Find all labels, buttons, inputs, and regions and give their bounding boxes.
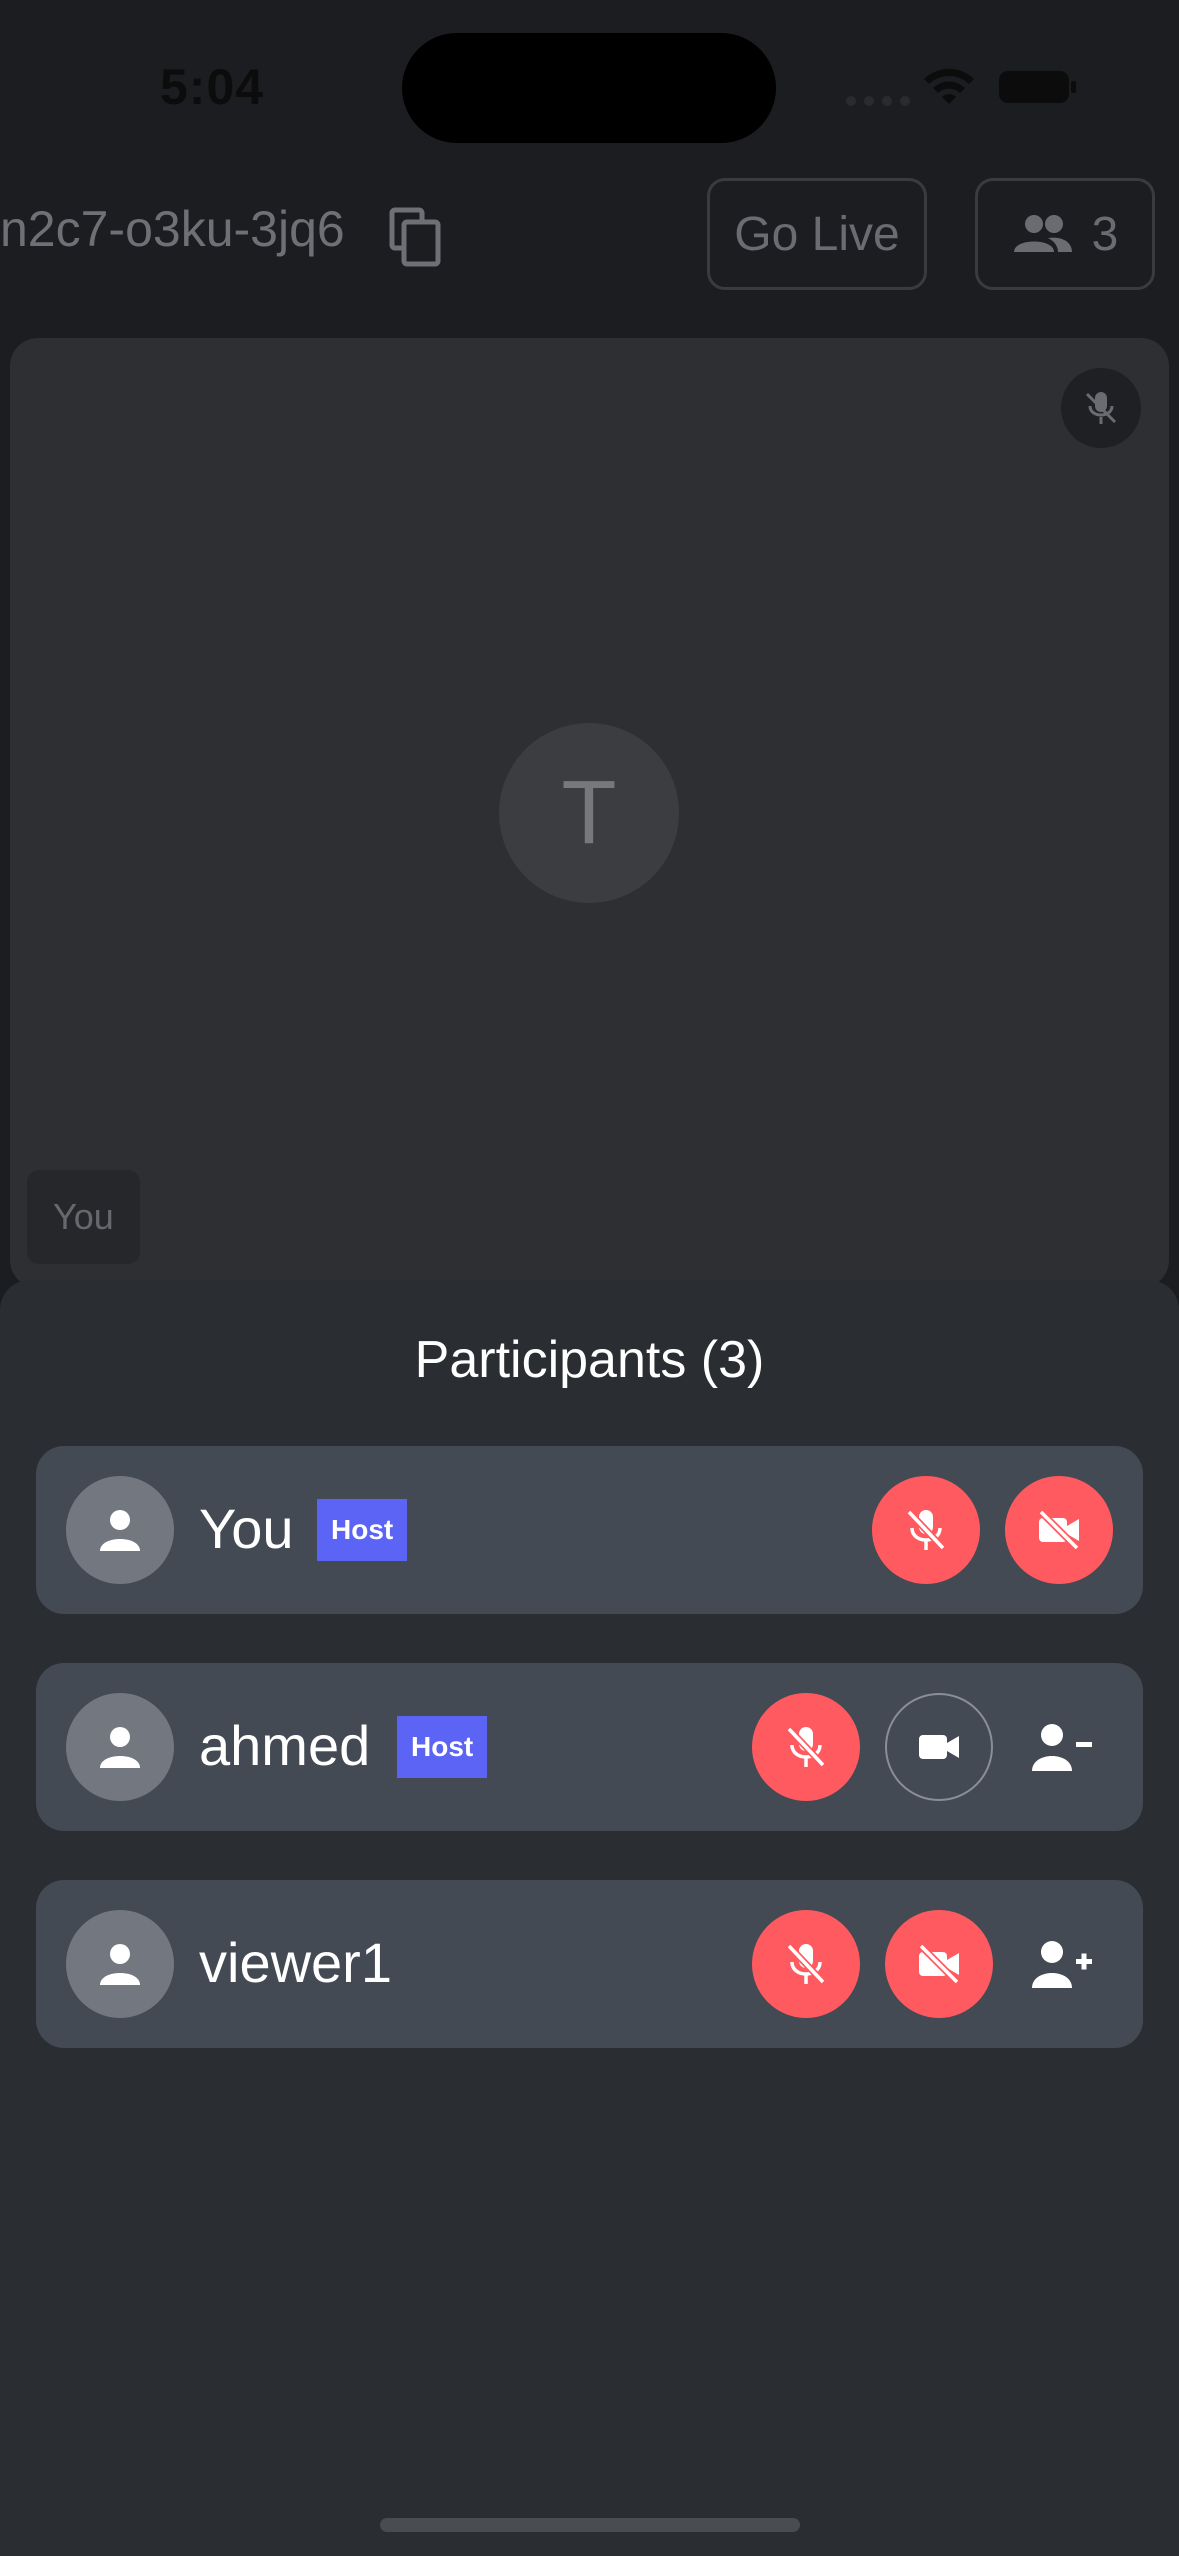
participant-name: ahmed <box>199 1714 371 1777</box>
tile-mic-status <box>1061 368 1141 448</box>
avatar <box>66 1476 174 1584</box>
participant-name: You <box>199 1497 294 1560</box>
people-icon <box>1013 215 1072 252</box>
host-badge: Host <box>397 1716 488 1778</box>
person-icon <box>100 1510 140 1551</box>
mic-off-icon <box>786 1726 826 1768</box>
participant-row: ahmed Host <box>36 1663 1143 1831</box>
mic-off-icon <box>906 1509 946 1551</box>
person-remove-icon <box>1032 1724 1092 1771</box>
participant-row: viewer1 <box>36 1880 1143 2048</box>
dynamic-island <box>402 33 776 143</box>
tile-avatar: T <box>499 723 679 903</box>
meeting-screen: 5:04 n2c7-o3ku-3jq6 Go Live 3 T You Part… <box>0 0 1179 2556</box>
copy-icon[interactable] <box>388 206 444 268</box>
participant-count: 3 <box>1091 207 1119 261</box>
camera-toggle-button[interactable] <box>885 1693 993 1801</box>
participant-name: viewer1 <box>199 1931 392 1994</box>
host-badge: Host <box>317 1499 408 1561</box>
wifi-icon <box>924 68 974 104</box>
participants-title: Participants (3) <box>414 1331 765 1389</box>
video-off-icon <box>918 1943 960 1985</box>
tile-name-label: You <box>27 1170 140 1264</box>
room-code: n2c7-o3ku-3jq6 <box>0 201 345 257</box>
status-bar: 5:04 <box>0 0 1179 170</box>
mute-toggle-button[interactable] <box>752 1693 860 1801</box>
person-icon <box>100 1727 140 1768</box>
meeting-header: n2c7-o3ku-3jq6 Go Live 3 <box>0 170 1179 300</box>
remove-user-button[interactable] <box>1022 1707 1102 1787</box>
participants-button[interactable]: 3 <box>975 178 1155 290</box>
mic-off-icon <box>1085 392 1117 424</box>
video-tile[interactable]: T You <box>10 338 1169 1288</box>
avatar <box>66 1693 174 1801</box>
video-icon <box>919 1735 959 1759</box>
mute-toggle-button[interactable] <box>752 1910 860 2018</box>
battery-icon <box>999 71 1076 103</box>
status-time: 5:04 <box>160 59 265 115</box>
go-live-button[interactable]: Go Live <box>707 178 927 290</box>
mute-toggle-button[interactable] <box>872 1476 980 1584</box>
participants-panel: Participants (3) You Host ahmed Host vie… <box>0 1280 1179 2556</box>
person-add-icon <box>1032 1941 1092 1988</box>
camera-toggle-button[interactable] <box>885 1910 993 2018</box>
avatar <box>66 1910 174 2018</box>
cellular-signal-icon <box>846 96 910 106</box>
person-icon <box>100 1944 140 1985</box>
add-user-button[interactable] <box>1022 1924 1102 2004</box>
camera-toggle-button[interactable] <box>1005 1476 1113 1584</box>
mic-off-icon <box>786 1943 826 1985</box>
video-off-icon <box>1038 1509 1080 1551</box>
participant-row: You Host <box>36 1446 1143 1614</box>
home-indicator <box>380 2518 800 2532</box>
